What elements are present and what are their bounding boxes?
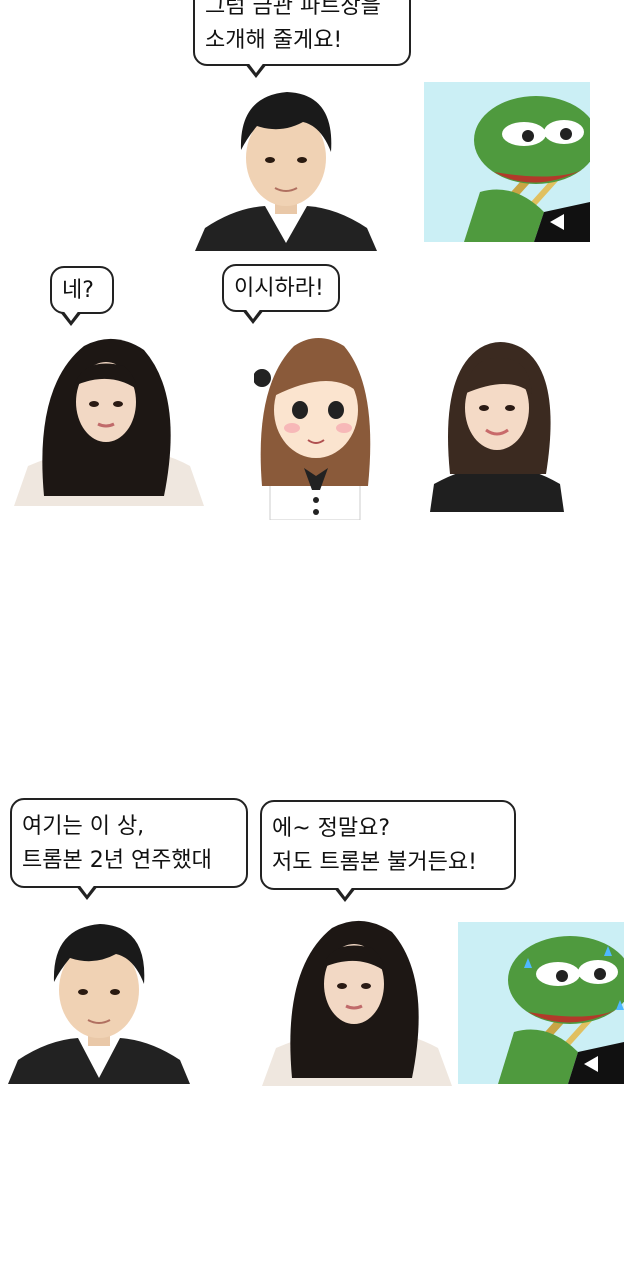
man-portrait-bottom	[8, 910, 190, 1084]
bubble-text: 이시하라!	[234, 276, 324, 301]
bubble-line: 저도 트롬본 불거든요!	[272, 850, 477, 875]
woman-portrait-left	[14, 326, 204, 506]
speech-bubble-response: 에~ 정말요? 저도 트롬본 불거든요!	[260, 800, 516, 902]
pepe-frog-sweating-icon	[458, 922, 624, 1084]
bubble-text: 네?	[62, 278, 94, 303]
bubble-line: 에~ 정말요?	[272, 816, 391, 841]
bubble-line: 그럼 금관 파트장을	[205, 0, 381, 19]
woman-portrait-bottom	[262, 908, 452, 1086]
speech-bubble-reply: 네?	[50, 266, 114, 326]
man-portrait	[195, 78, 377, 251]
speech-bubble-intro: 그럼 금관 파트장을 소개해 줄게요!	[193, 0, 411, 78]
speech-bubble-introduction: 여기는 이 상, 트롬본 2년 연주했대	[10, 798, 248, 900]
pepe-frog-icon	[424, 82, 590, 242]
bubble-line: 여기는 이 상,	[22, 814, 145, 839]
cartoon-girl-illustration	[254, 326, 376, 520]
bubble-line: 소개해 줄게요!	[205, 28, 343, 53]
woman-portrait-right	[430, 334, 564, 512]
speech-bubble-name: 이시하라!	[222, 264, 340, 324]
bubble-line: 트롬본 2년 연주했대	[22, 848, 212, 873]
